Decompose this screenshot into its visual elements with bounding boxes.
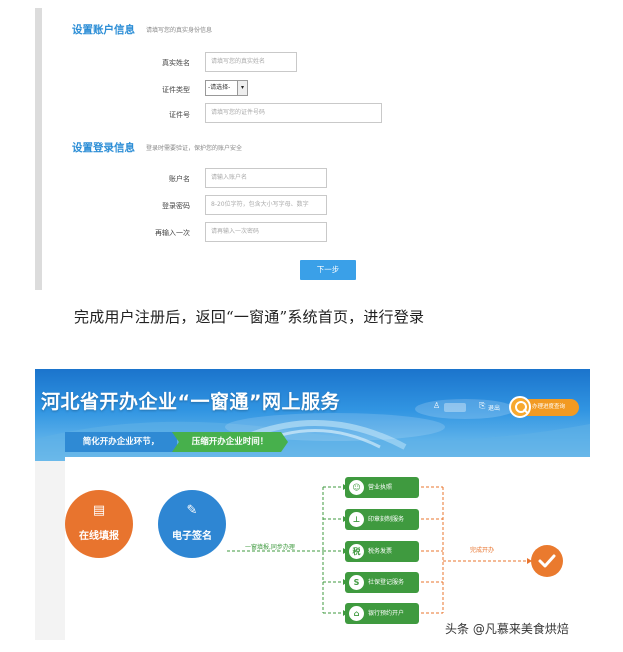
username-input[interactable]: 请输入账户名	[205, 168, 327, 188]
password-label: 登录密码	[162, 202, 190, 210]
step-online-fill-label: 在线填报	[79, 531, 119, 542]
password-input[interactable]: 8-20位字符，包含大小写字母、数字	[205, 195, 327, 215]
id-number-input[interactable]: 请填写您的证件号码	[205, 103, 382, 123]
logout-link[interactable]: 退出	[488, 403, 500, 412]
social-security-icon: S	[349, 575, 364, 590]
watermark: 头条 @凡慕来美食烘焙	[445, 622, 569, 636]
step-e-signature-label: 电子签名	[172, 531, 212, 542]
portal-screenshot: 河北省开办企业“一窗通”网上服务 ♙ ⎘ 退出 办理进度查询 简化开办企业环节，…	[35, 369, 590, 640]
service-label: 社保登记服务	[368, 579, 405, 586]
form-icon: ▤	[92, 503, 106, 518]
portal-title: 河北省开办企业“一窗通”网上服务	[41, 391, 340, 413]
name-input[interactable]: 请填写您的真实姓名	[205, 52, 297, 72]
slogan-compress: 压缩开办企业时间！	[172, 432, 288, 452]
sync-process-label: 一窗填报,同步办理	[245, 544, 295, 551]
service-seal-engraving: ⊥ 印章刻制服务	[345, 509, 419, 530]
logout-icon[interactable]: ⎘	[479, 401, 485, 411]
name-label: 真实姓名	[162, 59, 190, 67]
id-type-select[interactable]: -请选择- ▾	[205, 80, 248, 96]
pen-icon: ✎	[186, 503, 198, 518]
user-icon: ♙	[433, 401, 441, 410]
flow-connectors	[227, 484, 532, 616]
confirm-password-label: 再输入一次	[155, 229, 190, 237]
service-label: 印章刻制服务	[368, 516, 405, 523]
section-title-login: 设置登录信息	[72, 142, 135, 154]
slogan-simplify: 简化开办企业环节，	[65, 432, 177, 452]
section-title-account: 设置账户信息	[72, 24, 135, 36]
bank-icon: ⌂	[349, 606, 364, 621]
service-bank-account: ⌂ 银行预约开户	[345, 603, 419, 624]
tax-icon: 税	[349, 544, 364, 559]
step-online-fill: ▤ 在线填报	[65, 490, 133, 558]
username-label: 账户名	[169, 175, 190, 183]
section-hint-account: 请填写您的真实身份信息	[146, 27, 213, 34]
chevron-down-icon[interactable]: ▾	[237, 81, 247, 95]
id-number-label: 证件号	[169, 111, 190, 119]
service-business-license: ☺ 营业执照	[345, 477, 419, 498]
checkmark-icon	[531, 545, 563, 577]
registration-form: 设置账户信息 请填写您的真实身份信息 真实姓名 请填写您的真实姓名 证件类型 -…	[35, 8, 575, 290]
id-type-value: -请选择-	[208, 84, 231, 91]
next-step-button[interactable]: 下一步	[300, 260, 356, 280]
service-label: 营业执照	[368, 484, 393, 491]
username-placeholder-bar	[444, 403, 466, 412]
confirm-password-input[interactable]: 请再输入一次密码	[205, 222, 327, 242]
id-type-label: 证件类型	[162, 86, 190, 94]
license-icon: ☺	[349, 480, 364, 495]
section-hint-login: 登录时需要验证，保护您的账户安全	[146, 145, 243, 152]
service-label: 银行预约开户	[368, 610, 405, 617]
checkmark-glyph	[538, 554, 556, 568]
portal-banner: 河北省开办企业“一窗通”网上服务 ♙ ⎘ 退出 办理进度查询 简化开办企业环节，…	[35, 369, 590, 461]
step-e-signature: ✎ 电子签名	[158, 490, 226, 558]
service-social-security: S 社保登记服务	[345, 572, 419, 593]
process-flow: ▤ 在线填报 ✎ 电子签名 一窗填报,同步办理 ☺ 营业执照 ⊥ 印章刻制服务 …	[65, 457, 590, 640]
search-icon[interactable]	[509, 396, 531, 418]
service-label: 税务发票	[368, 548, 393, 555]
completion-label: 完成开办	[470, 547, 495, 554]
caption-text: 完成用户注册后，返回“一窗通”系统首页，进行登录	[74, 308, 425, 326]
seal-icon: ⊥	[349, 512, 364, 527]
service-tax-invoice: 税 税务发票	[345, 541, 419, 562]
